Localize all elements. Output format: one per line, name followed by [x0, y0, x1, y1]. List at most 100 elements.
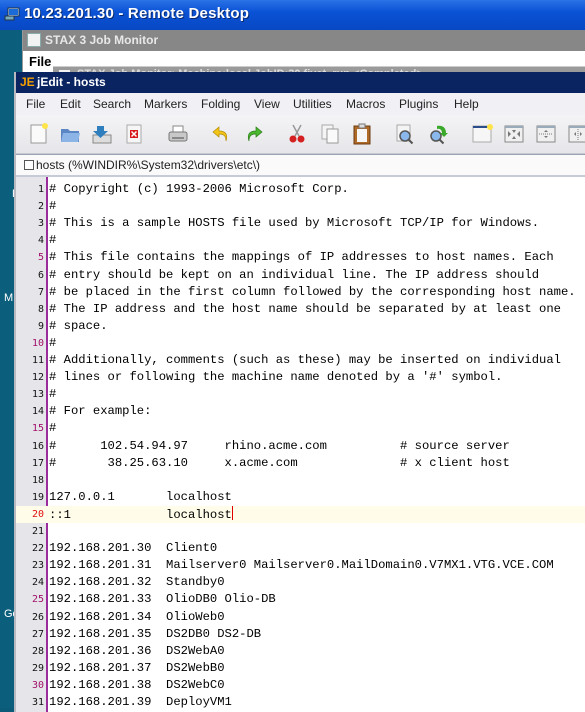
split-vertical-icon [568, 125, 585, 143]
menu-markers[interactable]: Markers [144, 97, 187, 111]
editor-line[interactable]: 8 # The IP address and the host name shou… [16, 301, 585, 318]
editor-line[interactable]: 27 192.168.201.35 DS2DB0 DS2-DB [16, 626, 585, 643]
editor-line[interactable]: 14 # For example: [16, 403, 585, 420]
line-number: 13 [31, 389, 44, 401]
editor-line[interactable]: 16 # 102.54.94.97 rhino.acme.com # source… [16, 438, 585, 455]
editor-line[interactable]: 13 # [16, 386, 585, 403]
menu-view[interactable]: View [254, 97, 280, 111]
split-horizontal-icon [536, 125, 556, 143]
editor-line[interactable]: 11 # Additionally, comments (such as thes… [16, 352, 585, 369]
editor-line[interactable]: 20::1 localhost [16, 505, 585, 523]
editor-line[interactable]: 19 127.0.0.1 localhost [16, 489, 585, 506]
editor-line[interactable]: 4 # [16, 232, 585, 249]
unsplit-button[interactable] [503, 123, 525, 145]
menu-plugins[interactable]: Plugins [399, 97, 438, 111]
desktop-icon-label[interactable]: M [4, 292, 13, 304]
line-number: 31 [31, 697, 44, 708]
editor-line[interactable]: 5 # This file contains the mappings of IP… [16, 249, 585, 266]
line-number: 19 [31, 491, 44, 503]
new-file-button[interactable] [28, 123, 50, 145]
scissors-icon [289, 124, 305, 143]
menu-edit[interactable]: Edit [60, 97, 81, 111]
editor-line[interactable]: 23 192.168.201.31 Mailserver0 Mailserver0… [16, 557, 585, 574]
stax-title-bar[interactable]: STAX 3 Job Monitor [23, 30, 585, 51]
editor-line[interactable]: 9 # space. [16, 318, 585, 335]
editor-line[interactable]: 29 192.168.201.37 DS2WebB0 [16, 660, 585, 677]
line-number: 2 [37, 201, 44, 213]
new-view-button[interactable] [471, 123, 493, 145]
editor-line[interactable]: 17 # 38.25.63.10 x.acme.com # x client ho… [16, 455, 585, 472]
menu-help[interactable]: Help [454, 97, 479, 111]
line-text: # Additionally, comments (such as these)… [49, 353, 561, 367]
paste-button[interactable] [351, 123, 373, 145]
save-file-button[interactable] [91, 123, 113, 145]
split-horizontal-button[interactable] [535, 123, 557, 145]
jedit-title-bar[interactable]: JE jEdit - hosts [16, 72, 585, 93]
editor-line[interactable]: 12 # lines or following the machine name … [16, 369, 585, 386]
line-number: 10 [31, 337, 44, 349]
line-text: # [49, 335, 57, 350]
editor-line[interactable]: 18 [16, 472, 585, 489]
editor-line[interactable]: 25 192.168.201.33 OlioDB0 Olio-DB [16, 591, 585, 608]
editor-line[interactable]: 24 192.168.201.32 Standby0 [16, 574, 585, 591]
find-next-button[interactable] [427, 123, 449, 145]
open-file-button[interactable] [59, 123, 81, 145]
line-number: 11 [31, 355, 44, 366]
find-button[interactable] [394, 123, 416, 145]
menu-bar: File Edit Search Markers Folding View Ut… [16, 93, 585, 115]
close-file-button[interactable] [123, 123, 145, 145]
line-text: # lines or following the machine name de… [49, 370, 503, 385]
editor-line[interactable]: 15 # [16, 420, 585, 437]
line-text: 192.168.201.34 OlioWeb0 [49, 609, 225, 624]
line-number: 5 [37, 252, 44, 264]
remote-desktop-title-bar[interactable]: 10.23.201.30 - Remote Desktop [0, 0, 585, 30]
editor-line[interactable]: 21 [16, 523, 585, 540]
cut-button[interactable] [286, 123, 308, 145]
editor-line[interactable]: 2 # [16, 198, 585, 215]
menu-file[interactable]: File [29, 54, 51, 69]
editor-line[interactable]: 30 192.168.201.38 DS2WebC0 [16, 677, 585, 694]
menu-file[interactable]: File [26, 97, 45, 111]
editor-line[interactable]: 1 # Copyright (c) 1993-2006 Microsoft Cor… [16, 181, 585, 198]
redo-icon [247, 126, 263, 142]
menu-folding[interactable]: Folding [201, 97, 240, 111]
editor-line[interactable]: 28 192.168.201.36 DS2WebA0 [16, 643, 585, 660]
editor-line[interactable]: 3 # This is a sample HOSTS file used by M… [16, 215, 585, 232]
text-area[interactable]: 1 # Copyright (c) 1993-2006 Microsoft Cor… [16, 177, 585, 712]
menu-utilities[interactable]: Utilities [293, 97, 332, 111]
buffer-dirty-indicator [24, 160, 34, 170]
redo-button[interactable] [243, 123, 265, 145]
line-text: 192.168.201.39 DeployVM1 [49, 695, 232, 709]
editor-line[interactable]: 26 192.168.201.34 OlioWeb0 [16, 609, 585, 626]
editor-line[interactable]: 7 # be placed in the first column followe… [16, 284, 585, 301]
line-text: 192.168.201.35 DS2DB0 DS2-DB [49, 626, 262, 641]
editor-line[interactable]: 22 192.168.201.30 Client0 [16, 540, 585, 557]
line-number: 18 [31, 474, 44, 486]
line-text: 192.168.201.32 Standby0 [49, 575, 225, 590]
line-text: 192.168.201.30 Client0 [49, 541, 218, 556]
menu-macros[interactable]: Macros [346, 97, 385, 111]
print-button[interactable] [167, 123, 189, 145]
line-text: 192.168.201.37 DS2WebB0 [49, 660, 225, 675]
line-text: # [49, 199, 57, 214]
editor-line[interactable]: 6 # entry should be kept on an individual… [16, 267, 585, 284]
line-number: 7 [37, 286, 44, 298]
toolbar [16, 115, 585, 154]
line-text: # entry should be kept on an individual … [49, 267, 540, 282]
line-number: 15 [31, 423, 44, 435]
menu-search[interactable]: Search [93, 97, 131, 111]
undo-button[interactable] [210, 123, 232, 145]
copy-button[interactable] [319, 123, 341, 145]
buffer-switcher[interactable]: hosts (%WINDIR%\System32\drivers\etc\) [16, 154, 585, 177]
copy-icon [321, 124, 339, 144]
line-number: 30 [31, 679, 44, 691]
line-number: 14 [31, 406, 44, 418]
save-icon [92, 126, 112, 144]
line-text: 192.168.201.33 OlioDB0 Olio-DB [49, 592, 276, 607]
stax-job-monitor-window[interactable]: STAX 3 Job Monitor File STAX Job Monitor… [22, 30, 585, 77]
editor-line[interactable]: 31 192.168.201.39 DeployVM1 [16, 694, 585, 711]
editor-line[interactable]: 10 # [16, 335, 585, 352]
line-text: # 38.25.63.10 x.acme.com # x client host [49, 455, 510, 470]
unsplit-icon [504, 125, 524, 143]
split-vertical-button[interactable] [567, 123, 585, 145]
